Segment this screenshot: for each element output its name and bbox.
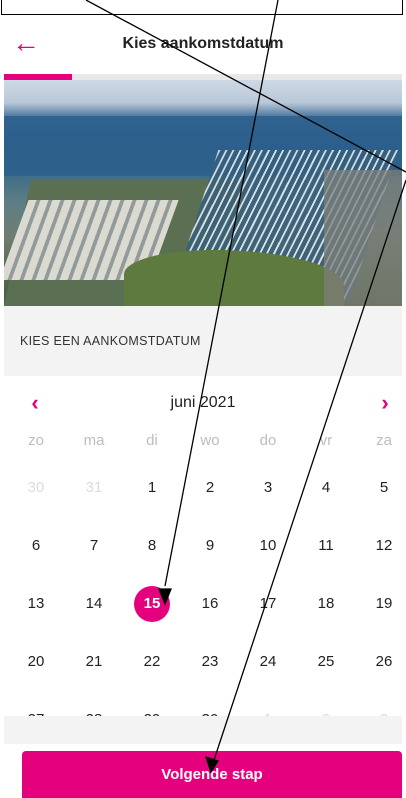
section-header: KIES EEN AANKOMSTDATUM xyxy=(4,306,402,376)
calendar-month-label: juni 2021 xyxy=(170,394,236,411)
calendar-day-selected[interactable]: 15 xyxy=(134,586,170,622)
annotation-box xyxy=(1,0,403,15)
calendar-day[interactable]: 12 xyxy=(366,528,402,564)
calendar-weekday-row: zo ma di wo do vr za xyxy=(0,432,406,456)
weekday-label: zo xyxy=(28,432,44,449)
calendar-day[interactable]: 9 xyxy=(192,528,228,564)
calendar-day[interactable]: 3 xyxy=(250,470,286,506)
calendar-day[interactable]: 10 xyxy=(250,528,286,564)
calendar-day[interactable]: 1 xyxy=(134,470,170,506)
calendar-day[interactable]: 17 xyxy=(250,586,286,622)
calendar-day[interactable]: 20 xyxy=(18,644,54,680)
calendar-day[interactable]: 2 xyxy=(192,470,228,506)
calendar-day: 31 xyxy=(85,479,103,496)
calendar-day[interactable]: 21 xyxy=(76,644,112,680)
calendar-day[interactable]: 25 xyxy=(308,644,344,680)
divider xyxy=(4,716,402,744)
calendar-day[interactable]: 11 xyxy=(308,528,344,564)
calendar-day[interactable]: 8 xyxy=(134,528,170,564)
calendar-day[interactable]: 23 xyxy=(192,644,228,680)
marina-photo xyxy=(4,80,402,306)
calendar-day[interactable]: 19 xyxy=(366,586,402,622)
calendar-day[interactable]: 4 xyxy=(308,470,344,506)
calendar-navigation: ‹ juni 2021 › xyxy=(0,388,406,418)
calendar-day[interactable]: 6 xyxy=(18,528,54,564)
calendar-day[interactable]: 16 xyxy=(192,586,228,622)
next-step-button[interactable]: Volgende stap xyxy=(22,751,402,798)
weekday-label: wo xyxy=(200,432,220,449)
calendar-day[interactable]: 7 xyxy=(76,528,112,564)
weekday-label: za xyxy=(376,432,392,449)
calendar-day[interactable]: 18 xyxy=(308,586,344,622)
page-title: Kies aankomstdatum xyxy=(122,35,284,52)
calendar-day[interactable]: 13 xyxy=(18,586,54,622)
weekday-label: do xyxy=(259,432,277,449)
weekday-label: ma xyxy=(83,432,105,449)
calendar-day[interactable]: 14 xyxy=(76,586,112,622)
calendar-day[interactable]: 22 xyxy=(134,644,170,680)
calendar-day[interactable]: 5 xyxy=(366,470,402,506)
calendar-day: 30 xyxy=(27,479,45,496)
calendar-grid: 30 31 1 2 3 4 5 6 7 8 9 10 11 12 13 14 15 16 17 18 19 20 21 22 2… xyxy=(0,476,406,728)
calendar-day[interactable]: 24 xyxy=(250,644,286,680)
section-label: KIES EEN AANKOMSTDATUM xyxy=(20,334,201,348)
weekday-label: vr xyxy=(319,432,333,449)
calendar-day[interactable]: 26 xyxy=(366,644,402,680)
weekday-label: di xyxy=(146,432,158,449)
chevron-right-icon[interactable]: › xyxy=(370,388,400,418)
top-bar: ← Kies aankomstdatum xyxy=(0,15,406,73)
